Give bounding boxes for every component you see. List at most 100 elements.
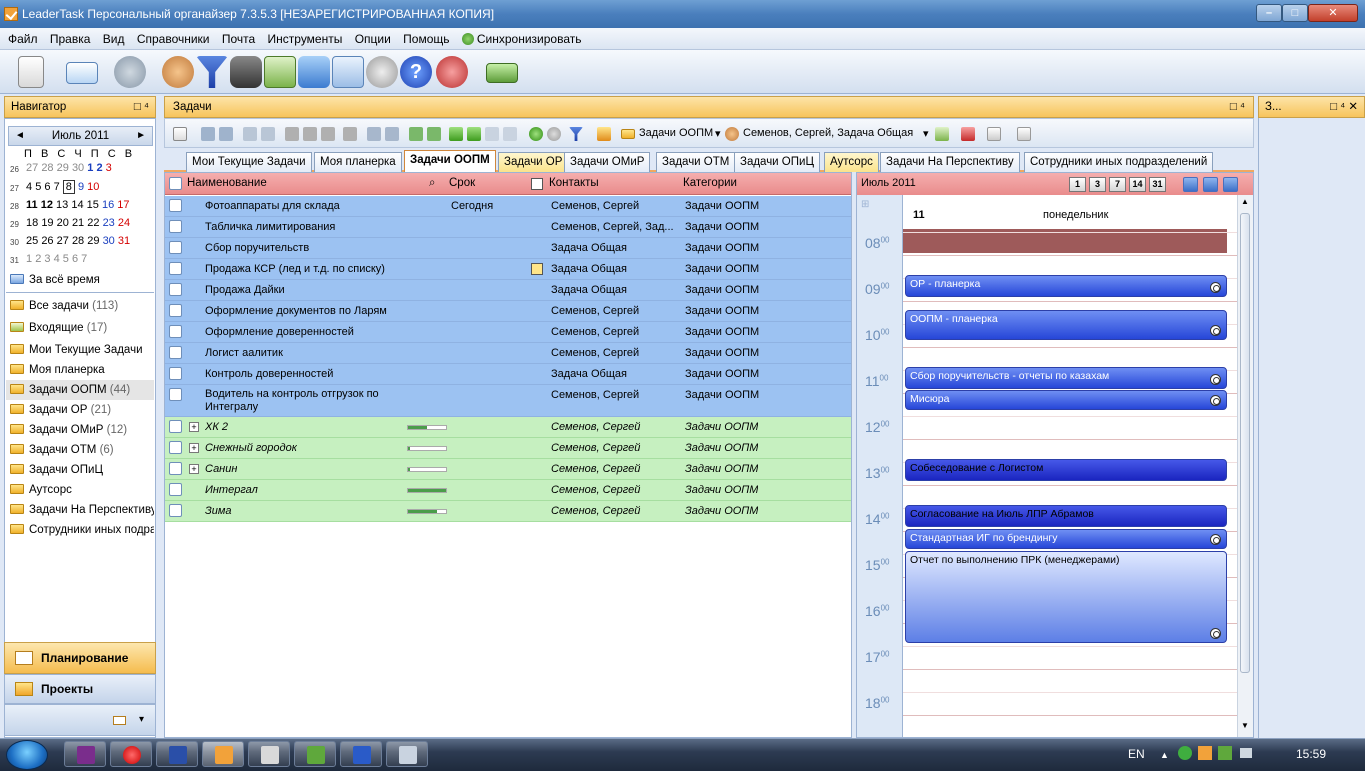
nav-item-perspective[interactable]: Задачи На Перспективу bbox=[10, 500, 154, 520]
table-row[interactable]: Логист аалитик Семенов, Сергей Задачи ООПМ bbox=[165, 343, 851, 364]
tab-omir[interactable]: Задачи ОМиР bbox=[564, 152, 651, 172]
forward-icon[interactable] bbox=[547, 127, 561, 141]
appointment[interactable]: Сбор поручительств - отчеты по казахам bbox=[905, 367, 1227, 389]
view-14-day-button[interactable]: 14 bbox=[1129, 177, 1146, 192]
taskbar-app-save[interactable] bbox=[156, 741, 198, 767]
menu-view[interactable]: Вид bbox=[103, 32, 125, 46]
appointment[interactable]: ОР - планерка bbox=[905, 275, 1227, 297]
tray-expand-icon[interactable]: ▲ bbox=[1160, 750, 1169, 760]
table-row[interactable]: Зима Семенов, Сергей Задачи ООПМ bbox=[165, 501, 851, 522]
calendar-day[interactable]: 14 bbox=[71, 199, 83, 211]
calendar-day-selected[interactable]: 8 bbox=[62, 180, 75, 194]
cut-icon[interactable] bbox=[285, 127, 299, 141]
appointment[interactable]: Отчет по выполнению ПРК (менеджерами) bbox=[905, 551, 1227, 643]
people-icon[interactable] bbox=[162, 56, 194, 88]
calendar-day[interactable]: 23 bbox=[103, 217, 115, 229]
table-row[interactable]: Водитель на контроль отгрузок по Интегра… bbox=[165, 385, 851, 417]
language-indicator[interactable]: EN bbox=[1128, 747, 1145, 761]
mail-icon[interactable] bbox=[66, 62, 98, 84]
task-checkbox[interactable] bbox=[169, 283, 182, 296]
tab-outsource[interactable]: Аутсорс bbox=[824, 152, 879, 172]
table-row[interactable]: Сбор поручительств Задача Общая Задачи ООП… bbox=[165, 238, 851, 259]
back-icon[interactable] bbox=[529, 127, 543, 141]
nav-item-my-planning[interactable]: Моя планерка bbox=[10, 360, 154, 380]
outdent-icon[interactable] bbox=[385, 127, 399, 141]
taskbar-app-leadertask[interactable] bbox=[202, 741, 244, 767]
arrow-left-icon[interactable] bbox=[485, 127, 499, 141]
new-task-icon[interactable] bbox=[173, 127, 187, 141]
nav-item-omir[interactable]: Задачи ОМиР (12) bbox=[10, 420, 154, 440]
view-7-day-button[interactable]: 7 bbox=[1109, 177, 1126, 192]
appointment[interactable]: Согласование на Июль ЛПР Абрамов bbox=[905, 505, 1227, 527]
calendar-day[interactable]: 31 bbox=[118, 235, 130, 247]
calendar-day[interactable]: 12 bbox=[41, 199, 53, 211]
taskbar-app-paint[interactable] bbox=[386, 741, 428, 767]
calendar-day[interactable]: 27 bbox=[26, 162, 38, 174]
task-checkbox[interactable] bbox=[169, 367, 182, 380]
table-row[interactable]: + Снежный городок Семенов, Сергей Задачи ОО… bbox=[165, 438, 851, 459]
expand-icon[interactable]: + bbox=[189, 422, 199, 432]
column-header-categories[interactable]: Категории bbox=[683, 177, 737, 189]
footer-dropdown-icon[interactable]: ▾ bbox=[139, 714, 144, 725]
search-icon[interactable]: ⌕ bbox=[429, 177, 435, 190]
task-checkbox[interactable] bbox=[169, 262, 182, 275]
column-header-name[interactable]: Наименование bbox=[187, 177, 267, 189]
tab-other-staff[interactable]: Сотрудники иных подразделений bbox=[1024, 152, 1214, 172]
column-header-contacts[interactable]: Контакты bbox=[549, 177, 599, 189]
help-icon[interactable]: ? bbox=[400, 56, 432, 88]
calendar-day[interactable]: 29 bbox=[57, 162, 69, 174]
filter-small-icon[interactable] bbox=[569, 127, 583, 141]
minimize-button[interactable]: – bbox=[1256, 4, 1282, 22]
task-checkbox[interactable] bbox=[169, 346, 182, 359]
money-icon[interactable] bbox=[486, 63, 518, 83]
redo-icon[interactable] bbox=[219, 127, 233, 141]
tab-otm[interactable]: Задачи ОТМ bbox=[656, 152, 736, 172]
calendar-day[interactable]: 30 bbox=[72, 162, 84, 174]
start-button[interactable] bbox=[6, 740, 48, 770]
clock[interactable]: 15:59 bbox=[1296, 747, 1326, 761]
nav-item-or[interactable]: Задачи ОР (21) bbox=[10, 400, 154, 420]
calendar-day[interactable]: 15 bbox=[87, 199, 99, 211]
calendar-day[interactable]: 30 bbox=[103, 235, 115, 247]
menu-tools[interactable]: Инструменты bbox=[268, 32, 343, 46]
calendar-day[interactable]: 10 bbox=[87, 181, 99, 193]
arrow-right-icon[interactable] bbox=[503, 127, 517, 141]
calendar-day[interactable]: 4 bbox=[54, 253, 60, 265]
calendar-day[interactable]: 7 bbox=[54, 181, 60, 193]
nav-item-other-staff[interactable]: Сотрудники иных подразделений bbox=[10, 520, 154, 540]
calendar-day[interactable]: 29 bbox=[87, 235, 99, 247]
appointment[interactable]: Мисюра bbox=[905, 390, 1227, 410]
nav-item-my-tasks[interactable]: Мои Текущие Задачи bbox=[10, 340, 154, 360]
calendar-day[interactable]: 5 bbox=[35, 181, 41, 193]
calendar-day[interactable]: 26 bbox=[41, 235, 53, 247]
contacts-filter-dropdown[interactable]: Семенов, Сергей, Задача Общая bbox=[743, 127, 913, 139]
select-all-checkbox[interactable] bbox=[169, 177, 182, 190]
appointment[interactable]: Собеседование с Логистом bbox=[905, 459, 1227, 481]
calendar-day[interactable]: 3 bbox=[106, 162, 112, 174]
volume-icon[interactable] bbox=[1240, 748, 1252, 758]
calendar-day[interactable]: 16 bbox=[102, 199, 114, 211]
undo-icon[interactable] bbox=[201, 127, 215, 141]
menu-options[interactable]: Опции bbox=[355, 32, 391, 46]
filter-icon[interactable] bbox=[196, 56, 228, 88]
schedule-today-icon[interactable] bbox=[1203, 177, 1218, 192]
tab-oopm[interactable]: Задачи ООПМ bbox=[404, 150, 496, 172]
scroll-up-icon[interactable]: ▲ bbox=[1241, 197, 1251, 206]
dropdown-arrow-icon[interactable]: ▾ bbox=[715, 127, 721, 140]
nav-item-inbox[interactable]: Входящие (17) bbox=[10, 318, 154, 338]
calendar-day[interactable]: 19 bbox=[41, 217, 53, 229]
task-checkbox[interactable] bbox=[169, 388, 182, 401]
nav-item-all-tasks[interactable]: Все задачи (113) bbox=[10, 296, 154, 316]
arrow-up-icon[interactable] bbox=[449, 127, 463, 141]
menu-file[interactable]: Файл bbox=[8, 32, 38, 46]
calendar-day[interactable]: 1 bbox=[26, 253, 32, 265]
flag-icon[interactable] bbox=[961, 127, 975, 141]
menu-references[interactable]: Справочники bbox=[137, 32, 210, 46]
calendar-day[interactable]: 25 bbox=[26, 235, 38, 247]
schedule-next-icon[interactable] bbox=[1223, 177, 1238, 192]
calendar-day[interactable]: 28 bbox=[41, 162, 53, 174]
calendar-day[interactable]: 6 bbox=[44, 181, 50, 193]
tab-or[interactable]: Задачи ОР bbox=[498, 152, 569, 172]
calendar-day[interactable]: 2 bbox=[96, 162, 102, 174]
tasks-pin-button[interactable]: □ ⁴ bbox=[1230, 97, 1245, 117]
